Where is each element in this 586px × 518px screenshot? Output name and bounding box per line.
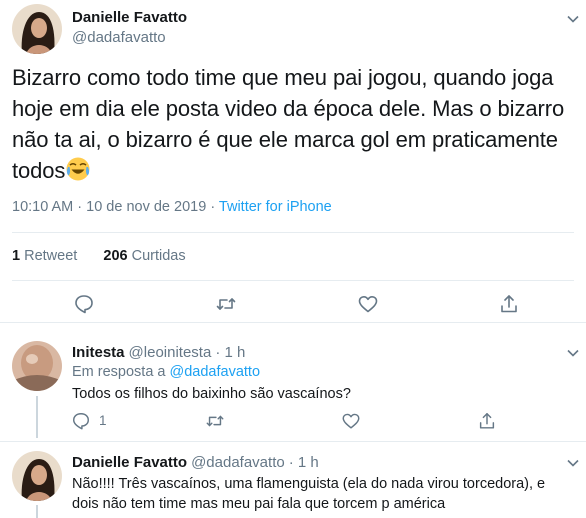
retweets-stat[interactable]: 1 Retweet [12, 248, 77, 264]
reply-text: Não!!!! Três vascaínos, uma flamenguista… [72, 474, 582, 514]
reply-time[interactable]: · 1 h [289, 454, 319, 471]
reply-to-line: Em resposta a @dadafavatto [72, 364, 260, 380]
tweet-text: Bizarro como todo time que meu pai jogou… [12, 62, 578, 186]
tweet-timestamp[interactable]: 10:10 AM · 10 de nov de 2019 · [12, 199, 219, 215]
reply-icon[interactable] [73, 293, 95, 315]
retweets-label: Retweet [20, 248, 78, 264]
reply-text-line: dois não tem time mas meu pai fala que t… [72, 496, 446, 512]
tweet-source-link[interactable]: Twitter for iPhone [219, 199, 332, 215]
avatar[interactable] [12, 451, 62, 501]
retweet-icon[interactable] [205, 411, 225, 431]
share-icon[interactable] [498, 293, 520, 315]
like-heart-icon[interactable] [357, 293, 379, 315]
reply-text: Todos os filhos do baixinho são vascaíno… [72, 386, 351, 402]
like-heart-icon[interactable] [341, 411, 361, 431]
reply-icon[interactable] [71, 411, 91, 431]
tweet-stats: 1 Retweet 206 Curtidas [12, 248, 186, 264]
avatar[interactable] [12, 4, 62, 54]
chevron-down-icon[interactable] [566, 456, 580, 470]
main-tweet: Danielle Favatto @dadafavatto Bizarro co… [0, 0, 586, 323]
reply-header: Danielle Favatto @dadafavatto · 1 h [72, 454, 319, 471]
chevron-down-icon[interactable] [566, 12, 580, 26]
reply-author-handle[interactable]: @leoinitesta [129, 344, 212, 361]
reply-time[interactable]: · 1 h [215, 344, 245, 361]
reply-header: Initesta @leoinitesta · 1 h [72, 344, 245, 361]
face-with-tears-of-joy-icon [65, 156, 91, 182]
reply-to-handle-link[interactable]: @dadafavatto [170, 364, 261, 380]
likes-stat[interactable]: 206 Curtidas [103, 248, 185, 264]
avatar[interactable] [12, 341, 62, 391]
retweet-icon[interactable] [215, 293, 237, 315]
chevron-down-icon[interactable] [566, 346, 580, 360]
likes-label: Curtidas [127, 248, 186, 264]
reply-text-line: Não!!!! Três vascaínos, uma flamenguista… [72, 476, 546, 492]
retweets-count: 1 [12, 248, 21, 264]
divider [12, 280, 574, 281]
reply-to-prefix: Em resposta a [72, 364, 170, 380]
tweet-text-content: Bizarro como todo time que meu pai jogou… [12, 65, 565, 183]
thread-line [36, 505, 38, 518]
reply-author-handle[interactable]: @dadafavatto [191, 454, 285, 471]
reply-author-name[interactable]: Initesta [72, 344, 125, 361]
author-name[interactable]: Danielle Favatto [72, 9, 187, 26]
reply-author-name[interactable]: Danielle Favatto [72, 454, 187, 471]
reply-count: 1 [99, 413, 107, 428]
likes-count: 206 [103, 248, 128, 264]
divider [12, 232, 574, 233]
thread-line [36, 396, 38, 438]
author-handle[interactable]: @dadafavatto [72, 29, 166, 46]
share-icon[interactable] [477, 411, 497, 431]
tweet-meta: 10:10 AM · 10 de nov de 2019 · Twitter f… [12, 199, 332, 215]
